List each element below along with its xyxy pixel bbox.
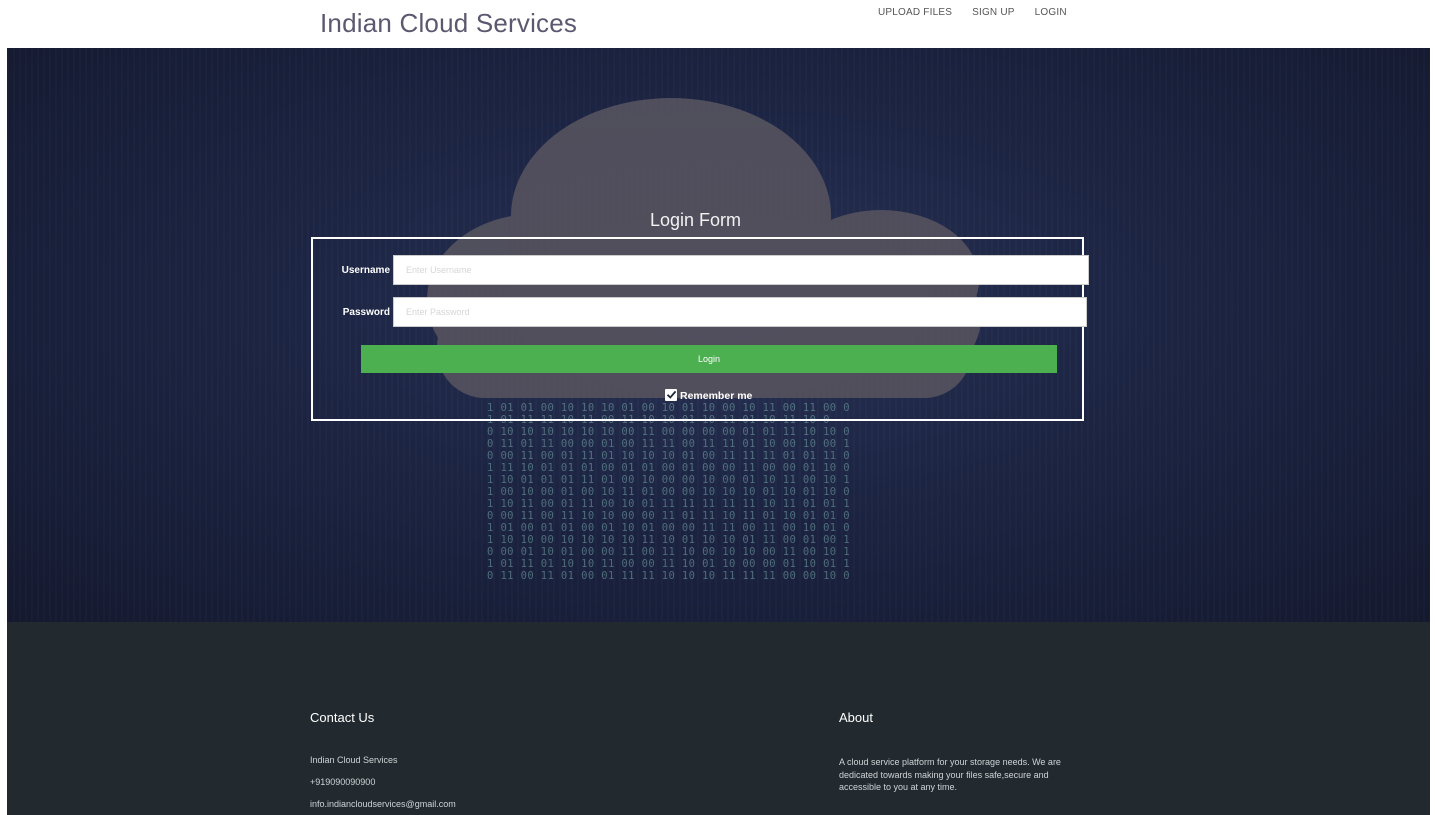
about-text: A cloud service platform for your storag… — [839, 757, 1061, 792]
password-input[interactable] — [393, 297, 1087, 327]
nav-login[interactable]: LOGIN — [1035, 7, 1067, 18]
site-footer: Contact Us Indian Cloud Services +919090… — [7, 622, 1430, 815]
check-icon — [666, 390, 676, 399]
site-brand[interactable]: Indian Cloud Services — [320, 8, 577, 39]
contact-heading: Contact Us — [310, 710, 375, 725]
username-row: Username — [313, 255, 1089, 285]
username-label: Username — [341, 264, 390, 276]
remember-me[interactable]: Remember me — [665, 387, 752, 402]
login-form-title: Login Form — [650, 210, 742, 230]
about-heading: About — [839, 710, 873, 725]
hero-section: 1 01 01 00 10 10 10 01 00 10 01 10 00 10… — [7, 48, 1430, 622]
password-row: Password — [313, 297, 1087, 327]
nav-sign-up[interactable]: SIGN UP — [972, 7, 1015, 18]
login-form: Username Password Login Remember me — [311, 237, 1089, 421]
remember-me-checkbox[interactable] — [665, 388, 677, 401]
contact-company: Indian Cloud Services — [310, 755, 398, 765]
password-label: Password — [342, 306, 390, 318]
nav-upload-files[interactable]: UPLOAD FILES — [878, 7, 952, 18]
login-button[interactable]: Login — [361, 345, 1057, 373]
username-input[interactable] — [393, 255, 1089, 285]
binary-rain: 1 01 01 00 10 10 10 01 00 10 01 10 00 10… — [487, 402, 850, 582]
about-column: About A cloud service platform for your … — [839, 710, 1061, 792]
contact-column: Contact Us Indian Cloud Services +919090… — [310, 710, 456, 809]
contact-phone: +919090090900 — [310, 777, 376, 787]
remember-me-label: Remember me — [680, 390, 753, 402]
contact-email: info.indiancloudservices@gmail.com — [310, 799, 456, 809]
site-header: Indian Cloud Services UPLOAD FILES SIGN … — [0, 0, 1435, 48]
main-nav: UPLOAD FILES SIGN UP LOGIN — [878, 7, 1067, 18]
